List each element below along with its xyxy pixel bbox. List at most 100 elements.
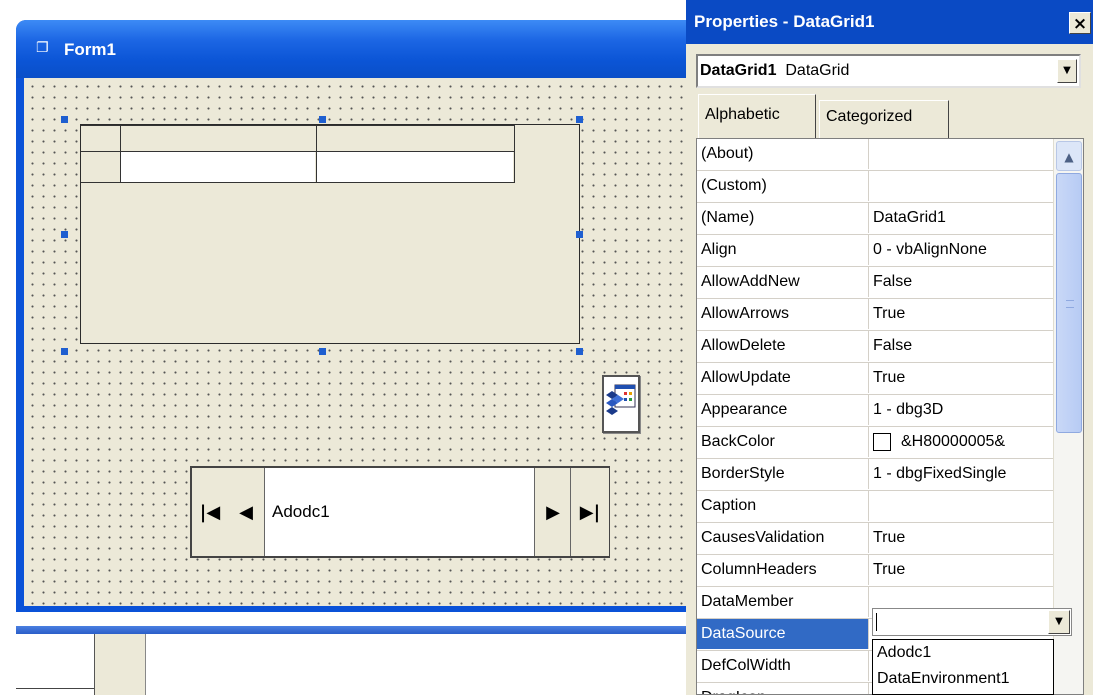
properties-title: Properties - DataGrid1 xyxy=(694,12,875,31)
grid-header-top-line xyxy=(81,125,515,126)
color-swatch-icon xyxy=(873,432,891,451)
form-design-surface[interactable]: |◀ ◀ Adodc1 ▶ ▶| xyxy=(24,78,688,606)
selection-handle[interactable] xyxy=(319,348,326,355)
property-row[interactable]: AllowAddNew False xyxy=(697,267,1053,299)
property-value[interactable]: False xyxy=(873,331,1053,361)
background-window xyxy=(16,634,686,695)
property-row[interactable]: BorderStyle 1 - dbgFixedSingle xyxy=(697,459,1053,491)
property-value[interactable]: False xyxy=(873,267,1053,297)
property-name: ColumnHeaders xyxy=(697,555,869,585)
grid-header-bottom-line xyxy=(81,151,515,152)
property-row[interactable]: Appearance 1 - dbg3D xyxy=(697,395,1053,427)
grid-cell[interactable] xyxy=(121,152,315,182)
selection-handle[interactable] xyxy=(319,116,326,123)
tab-alphabetic[interactable]: Alphabetic xyxy=(698,94,816,138)
property-name: AllowDelete xyxy=(697,331,869,361)
property-name: Align xyxy=(697,235,869,265)
property-row[interactable]: (About) xyxy=(697,139,1053,171)
selection-handle[interactable] xyxy=(576,231,583,238)
text-caret xyxy=(876,613,877,631)
object-selector-combo[interactable]: DataGrid1 DataGrid ▼ xyxy=(696,54,1081,88)
background-window-divider xyxy=(16,688,94,689)
property-name: DragIcon xyxy=(697,683,869,694)
property-name: AllowUpdate xyxy=(697,363,869,393)
grid-cell[interactable] xyxy=(317,152,513,182)
first-record-button[interactable]: |◀ xyxy=(192,468,229,556)
scroll-thumb[interactable] xyxy=(1056,173,1082,433)
form-titlebar[interactable]: ❐ Form1 xyxy=(16,20,696,78)
property-row[interactable]: (Custom) xyxy=(697,171,1053,203)
property-row[interactable]: ColumnHeaders True xyxy=(697,555,1053,587)
property-name: BackColor xyxy=(697,427,869,457)
previous-record-icon: ◀ xyxy=(239,501,253,523)
background-window-titlebar xyxy=(16,626,686,634)
selection-handle[interactable] xyxy=(576,116,583,123)
chevron-down-icon[interactable]: ▼ xyxy=(1048,610,1070,634)
data-environment-glyph xyxy=(606,384,636,415)
property-value[interactable]: &H80000005& xyxy=(873,427,1053,457)
property-row[interactable]: AllowUpdate True xyxy=(697,363,1053,395)
last-record-icon: ▶| xyxy=(579,501,601,523)
adodc-caption: Adodc1 xyxy=(272,502,330,521)
previous-record-button[interactable]: ◀ xyxy=(228,468,265,556)
adodc-control[interactable]: |◀ ◀ Adodc1 ▶ ▶| xyxy=(190,466,610,558)
data-environment-icon[interactable] xyxy=(602,375,640,433)
property-value[interactable] xyxy=(873,171,1053,201)
property-value[interactable]: 0 - vbAlignNone xyxy=(873,235,1053,265)
grid-record-selector-divider xyxy=(120,125,121,183)
property-value[interactable]: True xyxy=(873,363,1053,393)
object-name: DataGrid1 xyxy=(700,62,777,79)
property-value[interactable] xyxy=(873,139,1053,169)
form-designer-window: ❐ Form1 |◀ ◀ Adodc1 ▶ ▶| xyxy=(16,20,696,612)
property-value[interactable]: DataGrid1 xyxy=(873,203,1053,233)
dropdown-item[interactable]: Adodc1 xyxy=(873,640,1053,666)
property-name: DataMember xyxy=(697,587,869,617)
property-value[interactable]: True xyxy=(873,555,1053,585)
tab-categorized[interactable]: Categorized xyxy=(819,100,949,138)
properties-titlebar[interactable]: Properties - DataGrid1 × xyxy=(686,0,1093,44)
datagrid-control[interactable] xyxy=(80,124,580,344)
property-row[interactable]: BackColor &H80000005& xyxy=(697,427,1053,459)
property-name: AllowArrows xyxy=(697,299,869,329)
grid-column-divider xyxy=(316,125,317,183)
property-value[interactable]: 1 - dbg3D xyxy=(873,395,1053,425)
property-value[interactable]: True xyxy=(873,523,1053,553)
dropdown-item[interactable]: DataEnvironment1 xyxy=(873,666,1053,692)
property-name: BorderStyle xyxy=(697,459,869,489)
property-value[interactable]: True xyxy=(873,299,1053,329)
property-row[interactable]: CausesValidation True xyxy=(697,523,1053,555)
property-value-text: &H80000005& xyxy=(901,433,1006,450)
datasource-edit-field[interactable]: ▼ xyxy=(872,608,1072,636)
grid-column-divider xyxy=(514,125,515,183)
object-type: DataGrid xyxy=(785,62,850,79)
close-icon[interactable]: × xyxy=(1069,12,1091,34)
property-row[interactable]: AllowDelete False xyxy=(697,331,1053,363)
property-name: Caption xyxy=(697,491,869,521)
last-record-button[interactable]: ▶| xyxy=(570,468,609,556)
property-row[interactable]: Align 0 - vbAlignNone xyxy=(697,235,1053,267)
selection-handle[interactable] xyxy=(576,348,583,355)
property-value[interactable]: 1 - dbgFixedSingle xyxy=(873,459,1053,489)
property-name: CausesValidation xyxy=(697,523,869,553)
property-row[interactable]: Caption xyxy=(697,491,1053,523)
grid-row-bottom-line xyxy=(81,182,515,183)
property-row[interactable]: AllowArrows True xyxy=(697,299,1053,331)
selection-handle[interactable] xyxy=(61,116,68,123)
scroll-grip-icon xyxy=(1066,300,1074,308)
next-record-button[interactable]: ▶ xyxy=(534,468,571,556)
property-name: (Name) xyxy=(697,203,869,233)
property-row[interactable]: (Name) DataGrid1 xyxy=(697,203,1053,235)
property-name: DefColWidth xyxy=(697,651,869,681)
property-value[interactable] xyxy=(873,491,1053,521)
property-name: (Custom) xyxy=(697,171,869,201)
selection-handle[interactable] xyxy=(61,348,68,355)
next-record-icon: ▶ xyxy=(546,501,560,523)
datasource-dropdown-list: Adodc1 DataEnvironment1 xyxy=(872,639,1054,695)
form-title: Form1 xyxy=(64,40,116,59)
scroll-up-icon[interactable]: ▲ xyxy=(1056,141,1082,171)
property-name: DataSource xyxy=(697,619,869,649)
property-name: AllowAddNew xyxy=(697,267,869,297)
chevron-down-icon[interactable]: ▼ xyxy=(1057,59,1077,83)
selection-handle[interactable] xyxy=(61,231,68,238)
background-window-column xyxy=(94,634,146,695)
